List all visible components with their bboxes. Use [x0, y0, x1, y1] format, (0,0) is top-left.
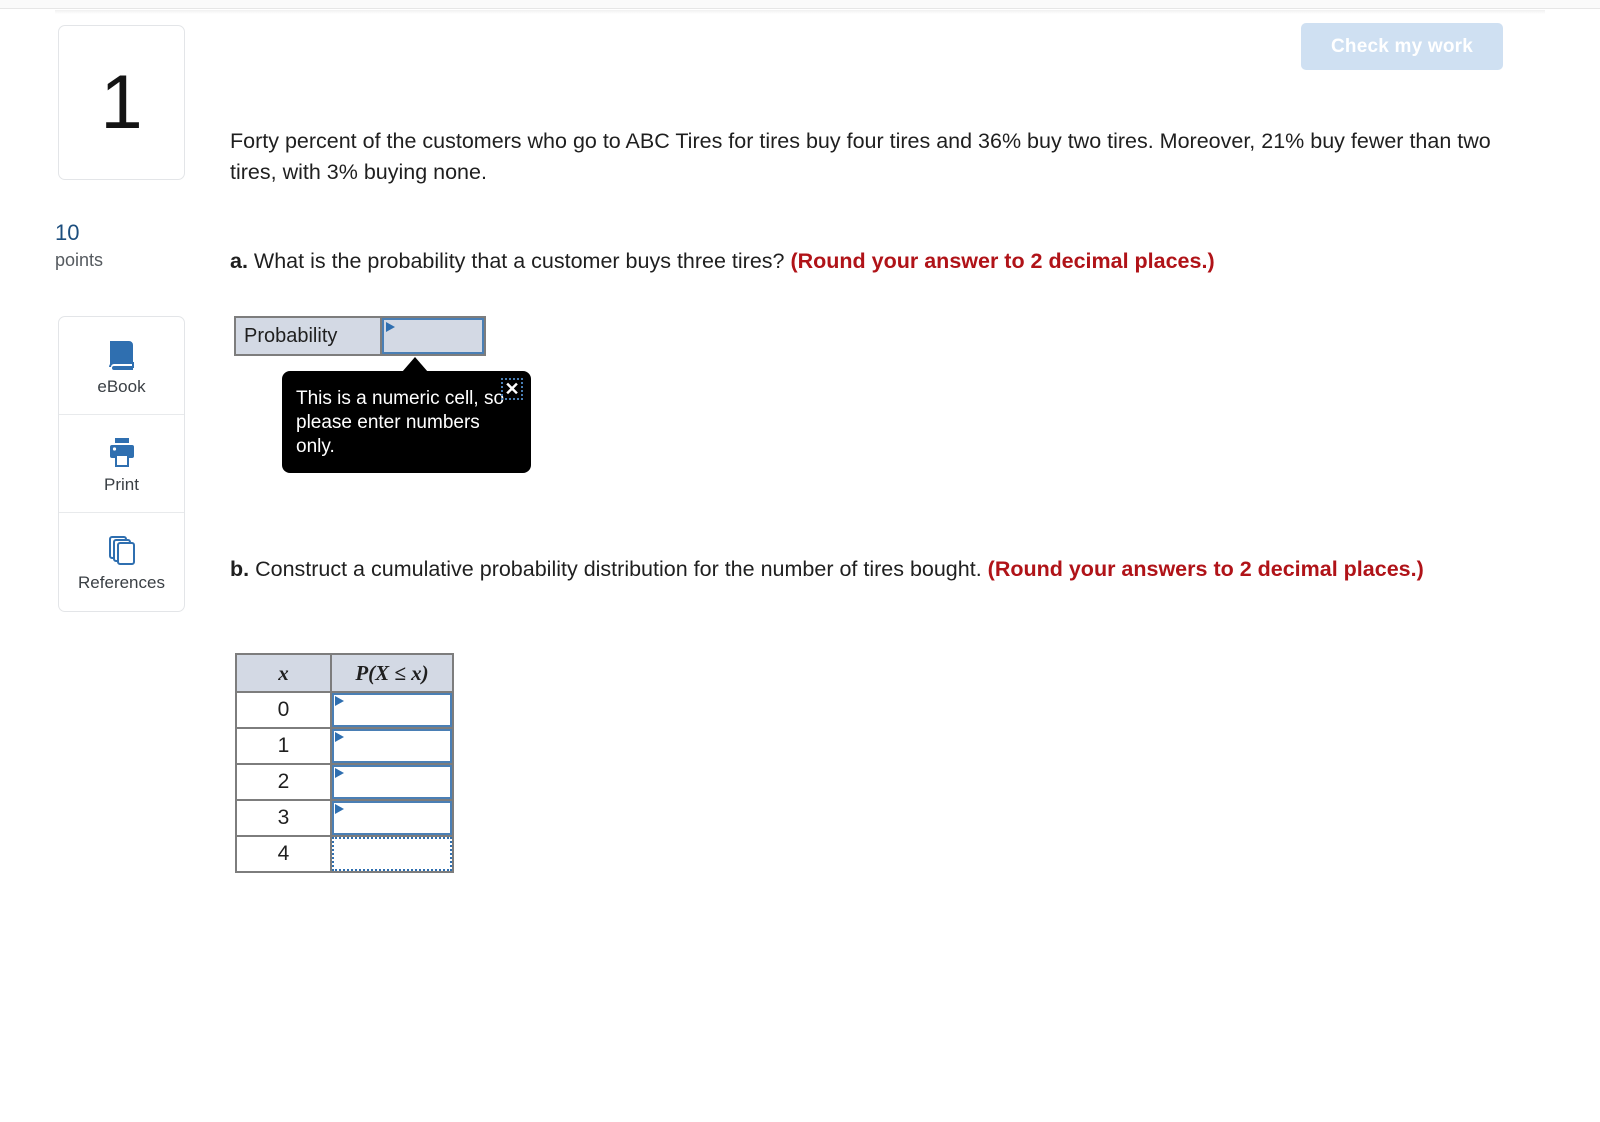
x-value: 4: [235, 835, 332, 873]
table-header-row: x P(X ≤ x): [235, 653, 454, 693]
tool-label-print: Print: [104, 474, 139, 494]
part-b-hint: (Round your answers to 2 decimal places.…: [987, 557, 1424, 581]
part-b-prompt: b. Construct a cumulative probability di…: [230, 554, 1510, 585]
part-b-text: Construct a cumulative probability distr…: [249, 557, 988, 581]
printer-icon: [105, 435, 139, 469]
tool-label-ebook: eBook: [97, 376, 146, 396]
cumulative-input-0[interactable]: [332, 693, 452, 727]
points-label: points: [55, 249, 104, 270]
part-a-text: What is the probability that a customer …: [247, 249, 791, 273]
tool-label-references: References: [78, 573, 165, 592]
cumulative-probability-table: x P(X ≤ x) 0 1 2 3 4: [235, 653, 454, 873]
table-row: 4: [235, 835, 454, 873]
cumulative-input-4[interactable]: [332, 837, 452, 871]
x-value: 3: [235, 799, 332, 837]
question-stem: Forty percent of the customers who go to…: [230, 129, 1491, 185]
top-divider-band: [0, 0, 1600, 9]
tooltip-arrow-icon: [402, 357, 428, 372]
probability-label: Probability: [236, 318, 382, 354]
table-row: 0: [235, 691, 454, 729]
probability-input[interactable]: [382, 318, 484, 354]
check-my-work-button[interactable]: Check my work: [1301, 23, 1503, 70]
tool-item-references[interactable]: References: [59, 513, 184, 611]
part-b-label: b.: [230, 557, 250, 581]
x-value: 2: [235, 763, 332, 801]
tool-item-print[interactable]: Print: [59, 415, 184, 513]
probability-answer-row: Probability: [234, 316, 486, 356]
probability-input-wrap: [382, 318, 484, 354]
answer-cell: [330, 691, 454, 729]
part-a-label: a.: [230, 249, 248, 273]
answer-cell: [330, 727, 454, 765]
page-shadow: [55, 10, 1545, 14]
answer-cell: [330, 763, 454, 801]
question-number-box: 1: [58, 25, 185, 180]
points-value: 10: [55, 220, 80, 245]
close-icon[interactable]: ✕: [501, 378, 523, 400]
table-row: 2: [235, 763, 454, 801]
table-row: 3: [235, 799, 454, 837]
references-icon: [105, 533, 139, 567]
tools-panel: eBook Print References: [58, 316, 185, 612]
points-block: 10 points: [55, 218, 195, 272]
part-a-hint: (Round your answer to 2 decimal places.): [790, 249, 1215, 273]
answer-cell: [330, 799, 454, 837]
numeric-cell-tooltip: ✕ This is a numeric cell, so please ente…: [282, 357, 531, 473]
column-header-x: x: [235, 653, 332, 693]
ebook-icon: [105, 337, 139, 371]
part-a-prompt: a. What is the probability that a custom…: [230, 246, 1510, 277]
x-value: 0: [235, 691, 332, 729]
cumulative-input-1[interactable]: [332, 729, 452, 763]
cumulative-input-2[interactable]: [332, 765, 452, 799]
x-value: 1: [235, 727, 332, 765]
table-row: 1: [235, 727, 454, 765]
column-header-px: P(X ≤ x): [330, 653, 454, 693]
tool-item-ebook[interactable]: eBook: [59, 317, 184, 415]
question-number: 1: [100, 59, 143, 145]
tooltip-message: This is a numeric cell, so please enter …: [296, 388, 505, 457]
answer-cell: [330, 835, 454, 873]
cumulative-input-3[interactable]: [332, 801, 452, 835]
